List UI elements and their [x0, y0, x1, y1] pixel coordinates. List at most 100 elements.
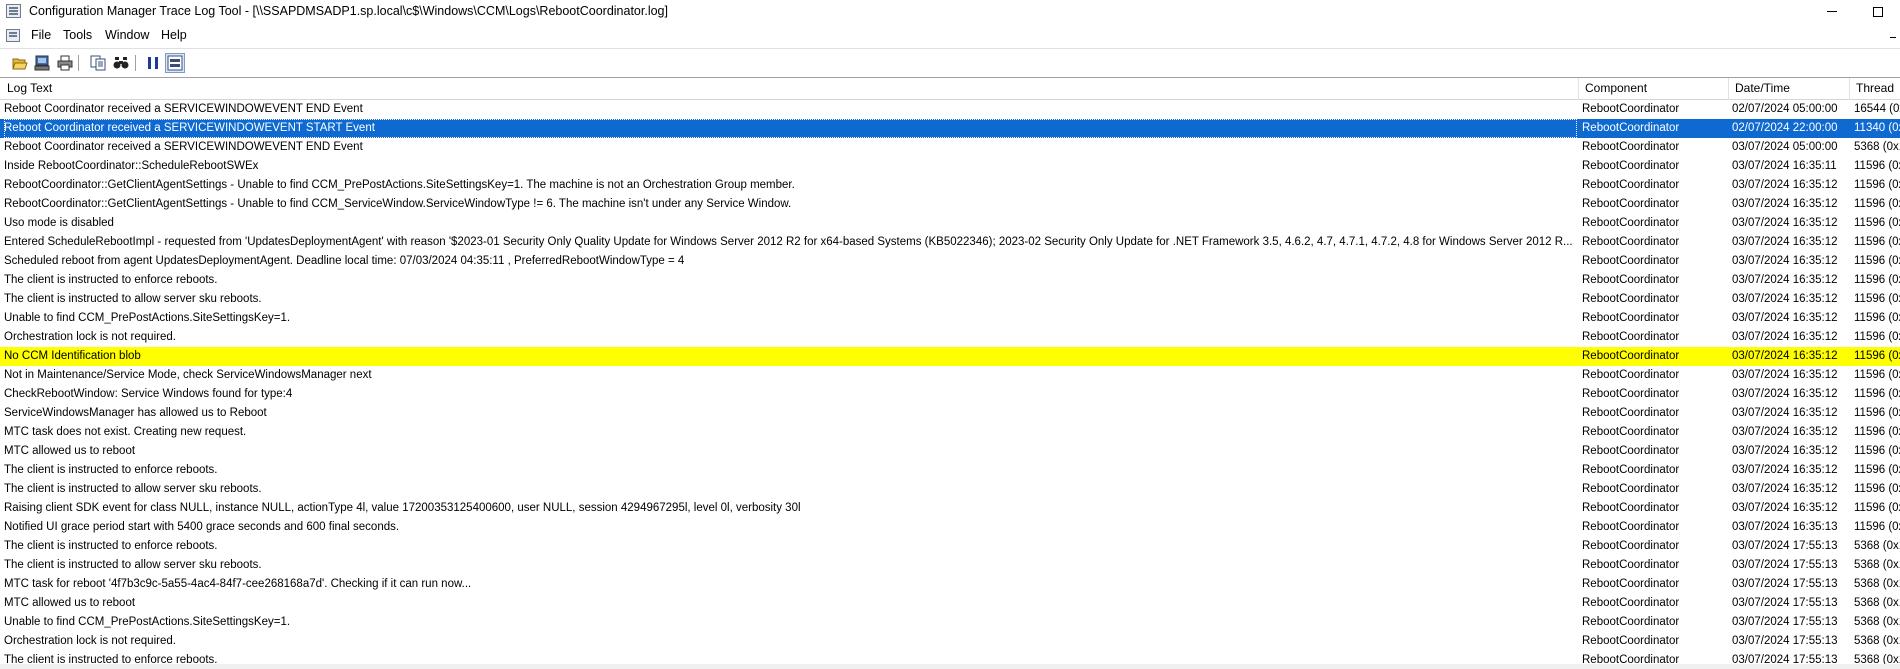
- log-row[interactable]: Raising client SDK event for class NULL,…: [0, 499, 1900, 518]
- date-time-cell: 03/07/2024 16:35:12: [1732, 331, 1838, 343]
- copy-button[interactable]: [88, 53, 108, 73]
- thread-cell: 11596 (0x: [1854, 179, 1900, 191]
- log-row[interactable]: Inside RebootCoordinator::ScheduleReboot…: [0, 157, 1900, 176]
- date-time-cell: 03/07/2024 17:55:13: [1732, 616, 1838, 628]
- log-text-cell: Orchestration lock is not required.: [4, 331, 176, 343]
- log-row[interactable]: MTC task for reboot '4f7b3c9c-5a55-4ac4-…: [0, 575, 1900, 594]
- log-row[interactable]: Reboot Coordinator received a SERVICEWIN…: [0, 119, 1900, 138]
- component-cell: RebootCoordinator: [1582, 521, 1680, 533]
- date-time-cell: 03/07/2024 16:35:12: [1732, 426, 1838, 438]
- log-row[interactable]: Orchestration lock is not required. Reboo…: [0, 632, 1900, 651]
- log-row[interactable]: MTC allowed us to reboot RebootCoordinato…: [0, 594, 1900, 613]
- date-time-cell: 03/07/2024 17:55:13: [1732, 559, 1838, 571]
- log-text-cell: Reboot Coordinator received a SERVICEWIN…: [4, 103, 363, 115]
- menu-file[interactable]: File: [31, 28, 51, 42]
- log-row[interactable]: No CCM Identification blob RebootCoordina…: [0, 347, 1900, 366]
- log-row[interactable]: Scheduled reboot from agent UpdatesDeplo…: [0, 252, 1900, 271]
- log-row[interactable]: Unable to find CCM_PrePostActions.SiteSe…: [0, 613, 1900, 632]
- find-button[interactable]: [111, 53, 131, 73]
- date-time-cell: 03/07/2024 16:35:12: [1732, 464, 1838, 476]
- log-row[interactable]: Reboot Coordinator received a SERVICEWIN…: [0, 138, 1900, 157]
- log-row[interactable]: The client is instructed to allow server…: [0, 556, 1900, 575]
- log-row[interactable]: Not in Maintenance/Service Mode, check S…: [0, 366, 1900, 385]
- log-row[interactable]: The client is instructed to enforce rebo…: [0, 537, 1900, 556]
- log-row[interactable]: CheckRebootWindow: Service Windows found…: [0, 385, 1900, 404]
- log-row[interactable]: Uso mode is disabled RebootCoordinator 03/…: [0, 214, 1900, 233]
- log-text-cell: RebootCoordinator::GetClientAgentSetting…: [4, 198, 792, 210]
- log-text-cell: The client is instructed to allow server…: [4, 293, 262, 305]
- log-grid[interactable]: Log Text Component Date/Time Thread Rebo…: [0, 77, 1900, 669]
- log-row[interactable]: MTC allowed us to reboot RebootCoordinato…: [0, 442, 1900, 461]
- date-time-cell: 03/07/2024 16:35:12: [1732, 255, 1838, 267]
- log-row[interactable]: The client is instructed to allow server…: [0, 290, 1900, 309]
- thread-cell: 11596 (0x: [1854, 160, 1900, 172]
- column-thread[interactable]: Thread: [1849, 78, 1900, 100]
- horizontal-scrollbar[interactable]: [0, 664, 1900, 669]
- log-row[interactable]: The client is instructed to enforce rebo…: [0, 271, 1900, 290]
- print-button[interactable]: [55, 53, 75, 73]
- thread-cell: 11340 (0x: [1854, 122, 1900, 134]
- thread-cell: 5368 (0x1: [1854, 141, 1900, 153]
- component-cell: RebootCoordinator: [1582, 445, 1680, 457]
- log-text-cell: The client is instructed to enforce rebo…: [4, 274, 218, 286]
- column-log-text[interactable]: Log Text: [0, 78, 1578, 100]
- date-time-cell: 03/07/2024 17:55:13: [1732, 635, 1838, 647]
- log-row[interactable]: The client is instructed to allow server…: [0, 480, 1900, 499]
- thread-cell: 11596 (0x: [1854, 483, 1900, 495]
- log-row[interactable]: MTC task does not exist. Creating new re…: [0, 423, 1900, 442]
- menu-tools[interactable]: Tools: [63, 28, 92, 42]
- thread-cell: 16544 (0x: [1854, 103, 1900, 115]
- log-row[interactable]: RebootCoordinator::GetClientAgentSetting…: [0, 195, 1900, 214]
- log-text-cell: Reboot Coordinator received a SERVICEWIN…: [4, 119, 1577, 138]
- date-time-cell: 03/07/2024 05:00:00: [1732, 141, 1838, 153]
- log-text-cell: MTC allowed us to reboot: [4, 597, 136, 609]
- component-cell: RebootCoordinator: [1582, 559, 1680, 571]
- pause-button[interactable]: [143, 53, 163, 73]
- highlight-button[interactable]: [165, 53, 185, 73]
- component-cell: RebootCoordinator: [1582, 274, 1680, 286]
- thread-cell: 11596 (0x: [1854, 464, 1900, 476]
- component-cell: RebootCoordinator: [1582, 407, 1680, 419]
- log-row[interactable]: Unable to find CCM_PrePostActions.SiteSe…: [0, 309, 1900, 328]
- log-text-cell: No CCM Identification blob: [4, 350, 141, 362]
- log-row[interactable]: Reboot Coordinator received a SERVICEWIN…: [0, 100, 1900, 119]
- date-time-cell: 03/07/2024 17:55:13: [1732, 578, 1838, 590]
- log-row[interactable]: Notified UI grace period start with 5400…: [0, 518, 1900, 537]
- log-row[interactable]: RebootCoordinator::GetClientAgentSetting…: [0, 176, 1900, 195]
- document-icon[interactable]: [6, 29, 20, 42]
- find-icon: [113, 57, 129, 69]
- log-row[interactable]: ServiceWindowsManager has allowed us to …: [0, 404, 1900, 423]
- thread-cell: 11596 (0x: [1854, 198, 1900, 210]
- copy-icon: [90, 55, 106, 71]
- document-minimize-icon[interactable]: [1890, 37, 1896, 38]
- log-text-cell: Entered ScheduleRebootImpl - requested f…: [4, 236, 1573, 248]
- log-text-cell: The client is instructed to enforce rebo…: [4, 464, 218, 476]
- maximize-button[interactable]: [1858, 0, 1898, 23]
- component-cell: RebootCoordinator: [1582, 236, 1680, 248]
- date-time-cell: 03/07/2024 16:35:12: [1732, 502, 1838, 514]
- menu-help[interactable]: Help: [161, 28, 187, 42]
- thread-cell: 11596 (0x: [1854, 426, 1900, 438]
- date-time-cell: 03/07/2024 16:35:12: [1732, 388, 1838, 400]
- open-button[interactable]: [10, 53, 30, 73]
- window-title: Configuration Manager Trace Log Tool - […: [29, 4, 668, 18]
- menu-window[interactable]: Window: [105, 28, 149, 42]
- component-cell: RebootCoordinator: [1582, 426, 1680, 438]
- highlight-icon: [167, 55, 183, 71]
- date-time-cell: 03/07/2024 16:35:12: [1732, 293, 1838, 305]
- log-row[interactable]: Entered ScheduleRebootImpl - requested f…: [0, 233, 1900, 252]
- log-row[interactable]: The client is instructed to enforce rebo…: [0, 461, 1900, 480]
- column-component[interactable]: Component: [1578, 78, 1729, 100]
- minimize-button[interactable]: [1812, 0, 1852, 23]
- thread-cell: 11596 (0x: [1854, 236, 1900, 248]
- log-text-cell: The client is instructed to allow server…: [4, 483, 262, 495]
- log-rows: Reboot Coordinator received a SERVICEWIN…: [0, 100, 1900, 669]
- column-date-time[interactable]: Date/Time: [1728, 78, 1850, 100]
- component-cell: RebootCoordinator: [1582, 597, 1680, 609]
- open-on-server-button[interactable]: [32, 53, 52, 73]
- date-time-cell: 03/07/2024 16:35:12: [1732, 236, 1838, 248]
- component-cell: RebootCoordinator: [1582, 312, 1680, 324]
- log-text-cell: Uso mode is disabled: [4, 217, 114, 229]
- log-text-cell: Unable to find CCM_PrePostActions.SiteSe…: [4, 312, 291, 324]
- log-row[interactable]: Orchestration lock is not required. Reboo…: [0, 328, 1900, 347]
